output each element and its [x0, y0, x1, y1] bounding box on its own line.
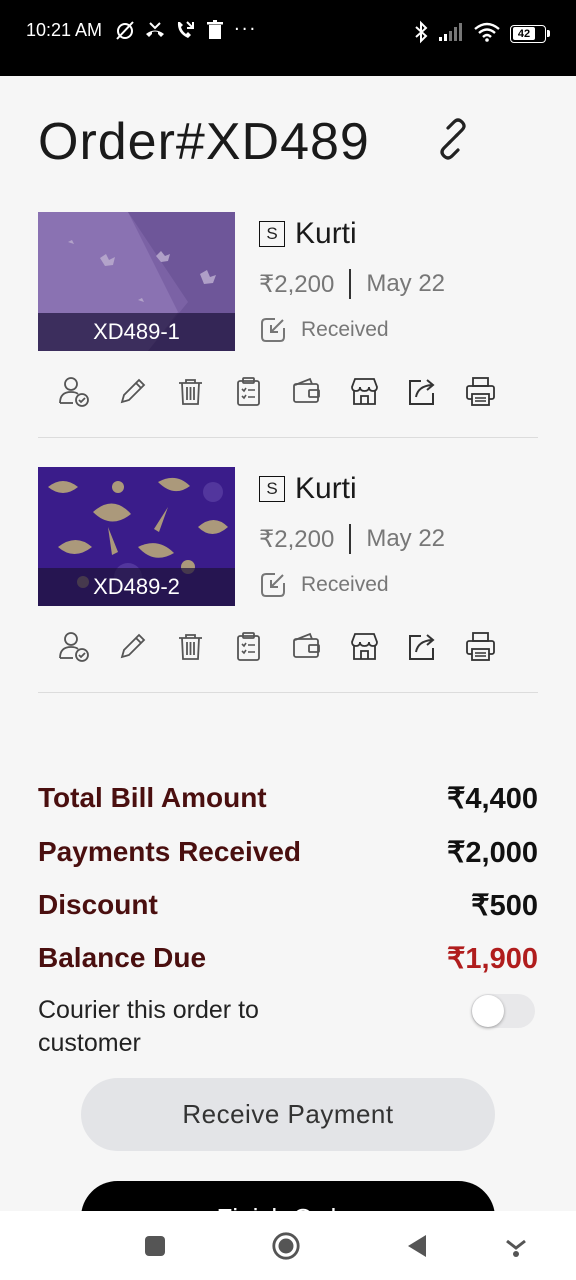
balance-due-value: ₹1,900: [446, 942, 538, 975]
share-icon[interactable]: [406, 630, 439, 663]
item-code: XD489-1: [38, 313, 235, 351]
clipboard-icon[interactable]: [232, 630, 265, 663]
order-header: Order#XD489: [38, 112, 370, 172]
receive-payment-button[interactable]: Receive Payment: [81, 1078, 495, 1151]
assign-user-icon[interactable]: [58, 375, 91, 408]
store-icon[interactable]: [348, 375, 381, 408]
item-info: S Kurti ₹2,200 May 22 Received: [259, 467, 445, 607]
muted-alarm-icon: [114, 19, 136, 41]
item-date: May 22: [366, 270, 446, 297]
notification-icons: ···: [114, 19, 257, 41]
total-bill-value: ₹4,400: [446, 782, 538, 815]
signal-icon: [438, 22, 464, 46]
size-badge: S: [259, 221, 285, 247]
store-icon[interactable]: [348, 630, 381, 663]
courier-toggle[interactable]: [471, 994, 535, 1028]
item-name: Kurti: [295, 217, 357, 250]
item-date: May 22: [366, 525, 446, 552]
received-icon: [259, 316, 287, 344]
item-info: S Kurti ₹2,200 May 22 Received: [259, 212, 445, 352]
assist-icon[interactable]: [501, 1231, 531, 1261]
order-item[interactable]: XD489-2 S Kurti ₹2,200 May 22 Received: [38, 467, 538, 693]
trash-notification-icon: [204, 19, 226, 41]
divider: [349, 524, 352, 554]
missed-call-icon: [144, 19, 166, 41]
received-icon: [259, 571, 287, 599]
bluetooth-icon: [414, 20, 428, 48]
wallet-icon[interactable]: [290, 630, 323, 663]
item-thumbnail[interactable]: XD489-1: [38, 212, 235, 351]
recents-icon[interactable]: [140, 1231, 170, 1261]
total-bill-row: Total Bill Amount ₹4,400: [38, 778, 538, 818]
call-forward-icon: [174, 19, 196, 41]
page-title: Order#XD489: [38, 113, 370, 171]
divider: [349, 269, 352, 299]
wifi-icon: [474, 22, 500, 46]
clipboard-icon[interactable]: [232, 375, 265, 408]
system-icons: 42: [414, 20, 550, 48]
printer-icon[interactable]: [464, 375, 497, 408]
trash-icon[interactable]: [174, 630, 207, 663]
assign-user-icon[interactable]: [58, 630, 91, 663]
more-notifications-indicator: ···: [234, 19, 258, 40]
battery-icon: 42: [510, 25, 550, 43]
size-badge: S: [259, 476, 285, 502]
item-status: Received: [301, 573, 389, 596]
item-price: ₹2,200: [259, 525, 335, 553]
payments-received-row: Payments Received ₹2,000: [38, 832, 538, 872]
back-icon[interactable]: [402, 1231, 432, 1261]
toggle-knob: [472, 995, 504, 1027]
balance-due-row: Balance Due ₹1,900: [38, 938, 538, 978]
balance-due-label: Balance Due: [38, 942, 207, 973]
status-bar: 10:21 AM ··· 42: [0, 0, 576, 76]
discount-row: Discount ₹500: [38, 885, 538, 925]
item-actions: [58, 375, 522, 408]
item-code: XD489-2: [38, 568, 235, 606]
pencil-icon[interactable]: [116, 630, 149, 663]
home-icon[interactable]: [271, 1231, 301, 1261]
total-bill-label: Total Bill Amount: [38, 782, 267, 813]
item-price: ₹2,200: [259, 270, 335, 298]
system-nav-bar: [0, 1211, 576, 1280]
trash-icon[interactable]: [174, 375, 207, 408]
link-icon[interactable]: [432, 118, 474, 160]
discount-label: Discount: [38, 889, 158, 920]
item-name: Kurti: [295, 472, 357, 505]
item-status: Received: [301, 318, 389, 341]
payments-received-value: ₹2,000: [446, 836, 538, 869]
wallet-icon[interactable]: [290, 375, 323, 408]
item-actions: [58, 630, 522, 663]
share-icon[interactable]: [406, 375, 439, 408]
pencil-icon[interactable]: [116, 375, 149, 408]
printer-icon[interactable]: [464, 630, 497, 663]
courier-label: Courier this order to customer: [38, 996, 259, 1057]
item-thumbnail[interactable]: XD489-2: [38, 467, 235, 606]
payments-received-label: Payments Received: [38, 836, 302, 867]
battery-level: 42: [513, 27, 535, 40]
order-item[interactable]: XD489-1 S Kurti ₹2,200 May 22 Received: [38, 212, 538, 438]
status-time: 10:21 AM: [26, 20, 103, 40]
discount-value: ₹500: [471, 889, 538, 922]
